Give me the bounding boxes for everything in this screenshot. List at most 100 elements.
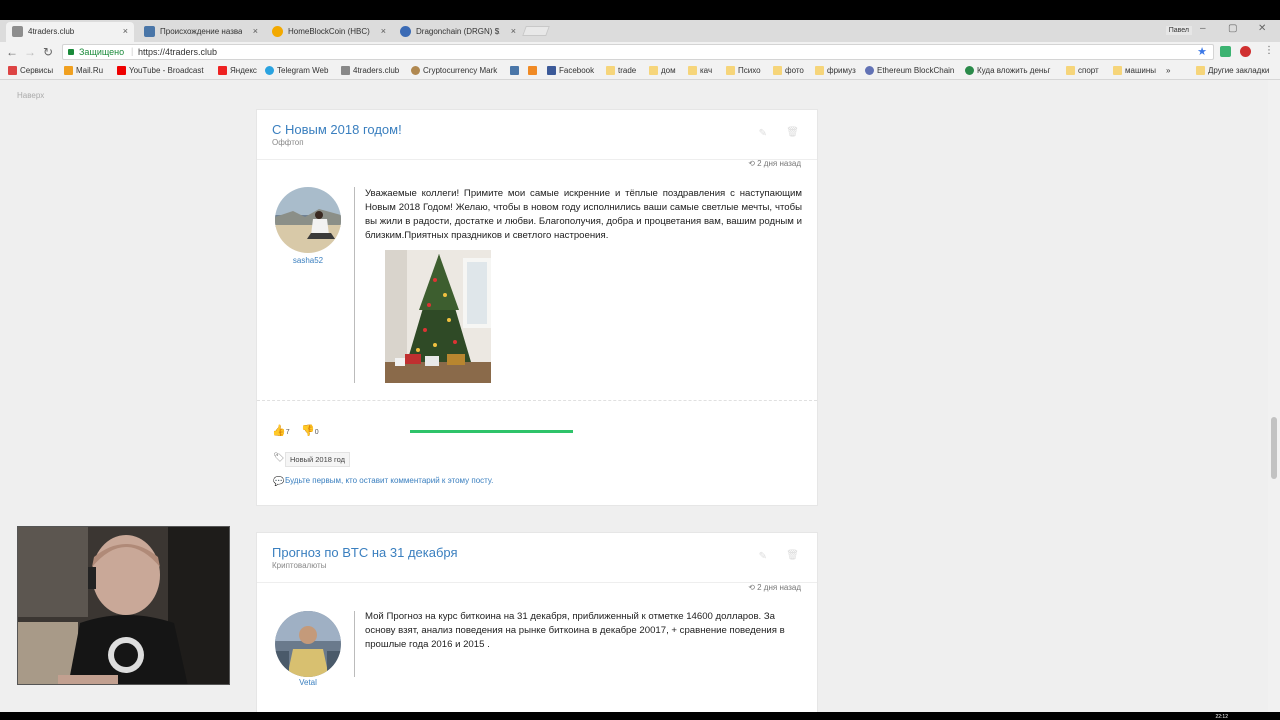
tab-homeblockcoin[interactable]: HomeBlockCoin (HBC) $ × — [266, 22, 392, 42]
profile-name[interactable]: Павел — [1165, 26, 1192, 35]
menu-dots-icon[interactable]: ⋮ — [1264, 45, 1274, 56]
edit-icon[interactable]: ✎ — [759, 551, 767, 562]
webcam-overlay — [17, 526, 230, 685]
author-name[interactable]: Vetal — [268, 678, 348, 687]
post-header: Прогноз по BTC на 31 декабря Криптовалют… — [257, 533, 817, 583]
dislike-count: 0 — [314, 429, 319, 436]
extension-red-icon[interactable] — [1240, 46, 1251, 57]
scrollbar[interactable] — [1268, 80, 1280, 712]
minimize-icon[interactable]: – — [1200, 23, 1206, 34]
scrollbar-thumb[interactable] — [1271, 417, 1277, 479]
tab-title: HomeBlockCoin (HBC) $ — [288, 27, 372, 36]
bookmark-folder[interactable]: trade — [606, 66, 636, 75]
post-title[interactable]: Прогноз по BTC на 31 декабря — [272, 545, 458, 560]
folder-icon — [815, 66, 824, 75]
tab-close-icon[interactable]: × — [511, 26, 516, 36]
avatar[interactable] — [275, 187, 341, 253]
bookmark-item[interactable]: Cryptocurrency Mark — [411, 66, 497, 75]
top-black-strip — [0, 0, 1280, 20]
window-close-icon[interactable]: ✕ — [1258, 23, 1266, 34]
lock-icon — [68, 49, 74, 55]
bookmark-star-icon[interactable]: ★ — [1197, 45, 1207, 58]
bookmark-item[interactable]: 4traders.club — [341, 66, 399, 75]
extension-cast-icon[interactable] — [1220, 46, 1231, 57]
comments-icon: 💬 — [273, 476, 285, 486]
rating-bar — [410, 430, 573, 433]
trash-icon[interactable]: 🗑 — [786, 550, 799, 561]
tags-icon: 🏷 — [273, 452, 285, 462]
thumbs-down-icon: 👎 — [301, 425, 315, 437]
back-icon[interactable]: ← — [6, 45, 18, 59]
post-body: Мой Прогноз на курс биткоина на 31 декаб… — [365, 611, 785, 650]
crypto-icon — [411, 66, 420, 75]
bookmark-item[interactable]: Mail.Ru — [64, 66, 103, 75]
content-divider — [354, 611, 355, 677]
bookmark-folder[interactable]: кач — [688, 66, 712, 75]
tab-title: 4traders.club — [28, 27, 75, 36]
ok-icon — [528, 66, 537, 75]
tab-proiskhozhdenie[interactable]: Происхождение назва × — [138, 22, 264, 42]
coin-favicon-icon — [272, 26, 283, 37]
tab-title: Dragonchain (DRGN) $1 — [416, 27, 500, 36]
post-body: Уважаемые коллеги! Примите мои самые иск… — [365, 188, 802, 241]
bookmark-folder[interactable]: дом — [649, 66, 676, 75]
bookmark-folder[interactable]: фото — [773, 66, 804, 75]
ethereum-icon — [865, 66, 874, 75]
trash-icon[interactable]: 🗑 — [786, 127, 799, 138]
history-icon: ⟲ — [748, 159, 758, 168]
bookmarks-overflow-icon[interactable]: » — [1166, 66, 1170, 75]
like-count: 7 — [285, 429, 290, 436]
youtube-icon — [117, 66, 126, 75]
dislike-button[interactable]: 👎0 — [301, 424, 319, 437]
bookmark-item[interactable]: Яндекс — [218, 66, 257, 75]
first-comment-link[interactable]: Будьте первым, кто оставит комментарий к… — [285, 476, 493, 485]
bookmark-item[interactable]: Куда вложить деньг — [965, 66, 1050, 75]
post-tag[interactable]: Новый 2018 год — [285, 452, 350, 467]
maximize-icon[interactable]: ▢ — [1228, 23, 1237, 34]
bookmark-item[interactable]: Telegram Web — [265, 66, 328, 75]
bookmark-item[interactable]: Facebook — [547, 66, 594, 75]
folder-icon — [606, 66, 615, 75]
post-title[interactable]: С Новым 2018 годом! — [272, 122, 402, 137]
bookmark-folder[interactable]: Психо — [726, 66, 761, 75]
bookmark-item[interactable]: YouTube - Broadcast — [117, 66, 204, 75]
edit-icon[interactable]: ✎ — [759, 128, 767, 139]
bookmark-folder[interactable]: спорт — [1066, 66, 1099, 75]
yandex-icon — [218, 66, 227, 75]
bookmark-item[interactable]: Сервисы — [8, 66, 53, 75]
tab-4traders[interactable]: 4traders.club × — [6, 22, 134, 42]
separator — [257, 400, 817, 401]
author-name[interactable]: sasha52 — [268, 256, 348, 265]
bookmark-item[interactable] — [528, 66, 537, 77]
new-tab-button[interactable] — [522, 26, 550, 36]
thumbs-up-icon: 👍 — [272, 425, 286, 437]
4traders-icon — [341, 66, 350, 75]
tab-close-icon[interactable]: × — [123, 26, 128, 36]
bookmark-item[interactable] — [510, 66, 519, 77]
bookmark-item[interactable]: Ethereum BlockChain — [865, 66, 954, 75]
taskbar-clock: 22:12 — [1215, 714, 1228, 720]
bookmark-folder[interactable]: машины — [1113, 66, 1156, 75]
folder-icon — [1066, 66, 1075, 75]
post-image[interactable] — [385, 250, 491, 383]
like-button[interactable]: 👍7 — [272, 424, 290, 437]
folder-icon — [688, 66, 697, 75]
bookmark-folder[interactable]: Другие закладки — [1196, 66, 1269, 75]
address-bar[interactable]: Защищено | https://4traders.club ★ — [62, 44, 1214, 60]
tab-close-icon[interactable]: × — [253, 26, 258, 36]
tab-dragonchain[interactable]: Dragonchain (DRGN) $1 × — [394, 22, 522, 42]
history-icon: ⟲ — [748, 583, 758, 592]
bookmark-folder[interactable]: фримуз — [815, 66, 856, 75]
url-text: https://4traders.club — [138, 47, 218, 57]
avatar[interactable] — [275, 611, 341, 677]
post-category[interactable]: Криптовалюты — [272, 561, 326, 570]
reload-icon[interactable]: ↻ — [43, 45, 53, 59]
money-icon — [965, 66, 974, 75]
folder-icon — [649, 66, 658, 75]
forward-icon[interactable]: → — [24, 45, 36, 59]
tab-close-icon[interactable]: × — [381, 26, 386, 36]
post-card: С Новым 2018 годом! Оффтоп ✎ 🗑 ⟲ 2 дня н… — [256, 109, 818, 506]
post-category[interactable]: Оффтоп — [272, 138, 304, 147]
scroll-top-link[interactable]: Наверх — [17, 91, 44, 100]
folder-icon — [1113, 66, 1122, 75]
